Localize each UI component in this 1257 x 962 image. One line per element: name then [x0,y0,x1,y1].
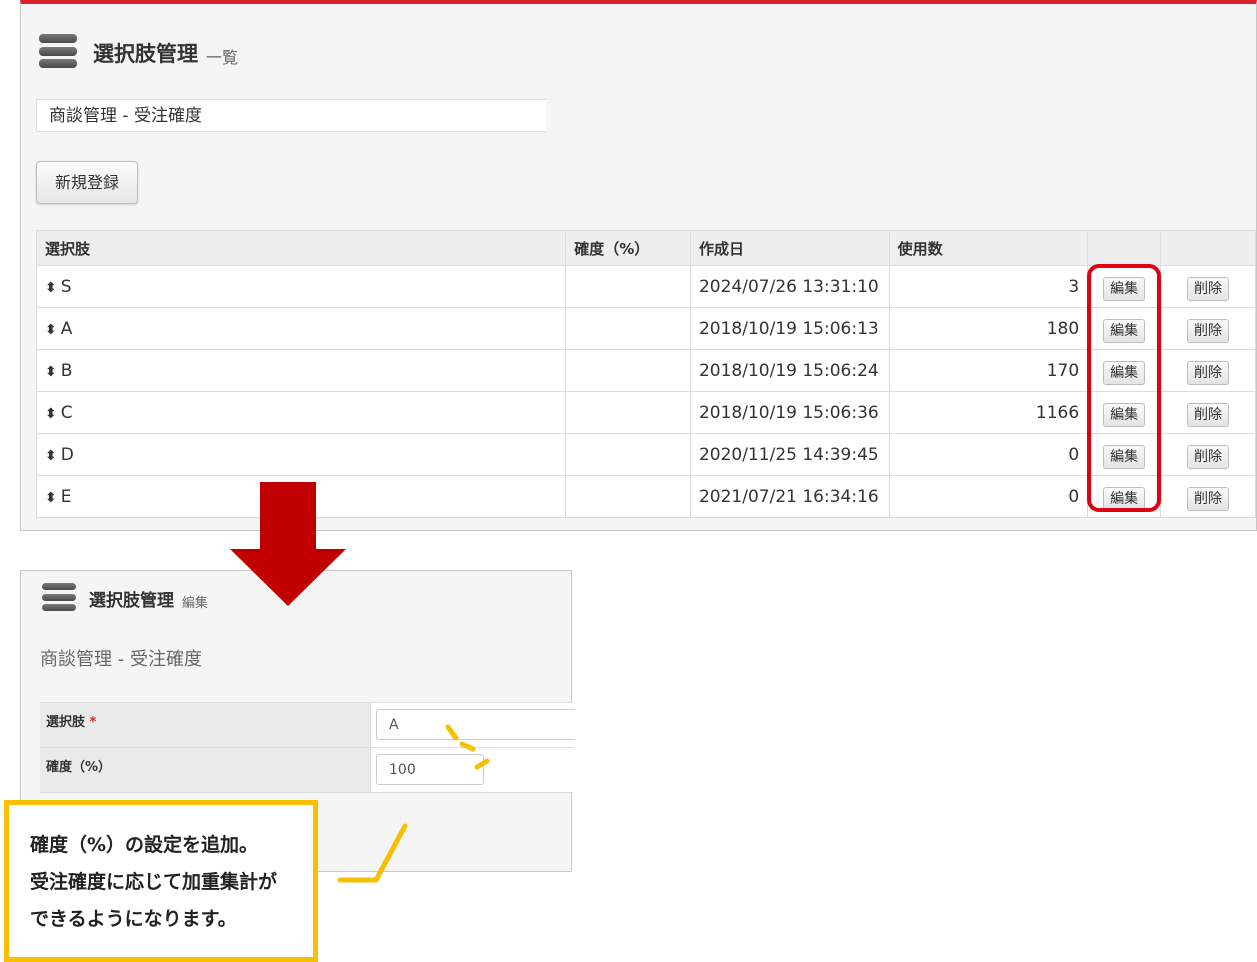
sparkle-mark [459,741,476,752]
callout-line: できるようになります。 [30,908,237,930]
sparkle-mark [474,758,490,770]
callout-line: 受注確度に応じて加重集計が [30,871,278,893]
sparkle-mark [445,724,459,741]
callout-box: 確度（%）の設定を追加。 受注確度に応じて加重集計が できるようになります。 [4,800,318,962]
callout-line: 確度（%）の設定を追加。 [30,834,259,856]
callout-connector [337,823,408,883]
